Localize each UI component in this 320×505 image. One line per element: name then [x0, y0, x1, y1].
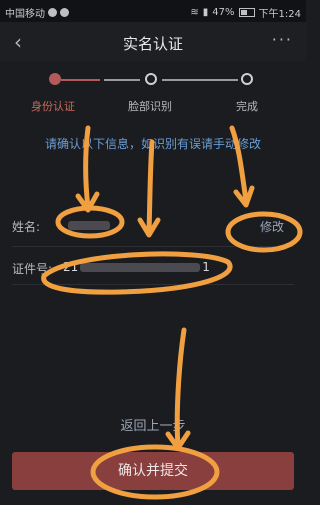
id-label: 证件号:: [12, 262, 53, 276]
step-3-indicator: [241, 73, 253, 85]
name-label: 姓名:: [12, 220, 41, 234]
step-3-label: 完成: [236, 100, 258, 113]
edit-link[interactable]: 修改: [260, 218, 284, 235]
clock: 下午1:24: [258, 9, 301, 20]
status-bar: 中国移动 ≋ ▮ 47% 下午1:24: [0, 0, 306, 22]
progress-steps: 身份认证 脸部识别 完成: [0, 70, 306, 120]
more-dots-icon[interactable]: ···: [272, 30, 293, 49]
nav-bar: ‹ 实名认证 ···: [0, 22, 306, 62]
step-connector-1: [61, 79, 100, 81]
step-1-indicator: [49, 73, 61, 85]
id-row: 证件号: 21 1: [0, 254, 306, 284]
step-connector-2: [104, 79, 140, 81]
submit-button[interactable]: 确认并提交: [12, 452, 294, 490]
battery-icon: [238, 8, 255, 17]
step-2-indicator: [145, 73, 157, 85]
id-value-prefix: 21: [63, 260, 79, 274]
battery-percent: 47%: [212, 7, 235, 18]
wifi-icon: ≋: [190, 7, 199, 18]
step-2-label: 脸部识别: [128, 100, 172, 113]
confirm-notice: 请确认以下信息，如识别有误请手动修改: [44, 137, 261, 151]
id-value-redacted: 21 1: [63, 260, 210, 274]
message-icon: [60, 8, 69, 17]
notification-icon: [48, 8, 57, 17]
divider: [12, 246, 294, 247]
back-step-link[interactable]: 返回上一步: [0, 415, 306, 434]
step-1-label: 身份认证: [31, 100, 75, 113]
name-row: 姓名: 修改: [0, 212, 306, 242]
id-value-suffix: 1: [202, 260, 210, 274]
signal-icon: ▮: [202, 7, 209, 18]
step-connector-3: [162, 79, 238, 81]
carrier-label: 中国移动: [5, 9, 45, 20]
divider: [12, 284, 294, 285]
name-value-redacted: [68, 218, 110, 232]
page-title: 实名认证: [122, 35, 183, 53]
